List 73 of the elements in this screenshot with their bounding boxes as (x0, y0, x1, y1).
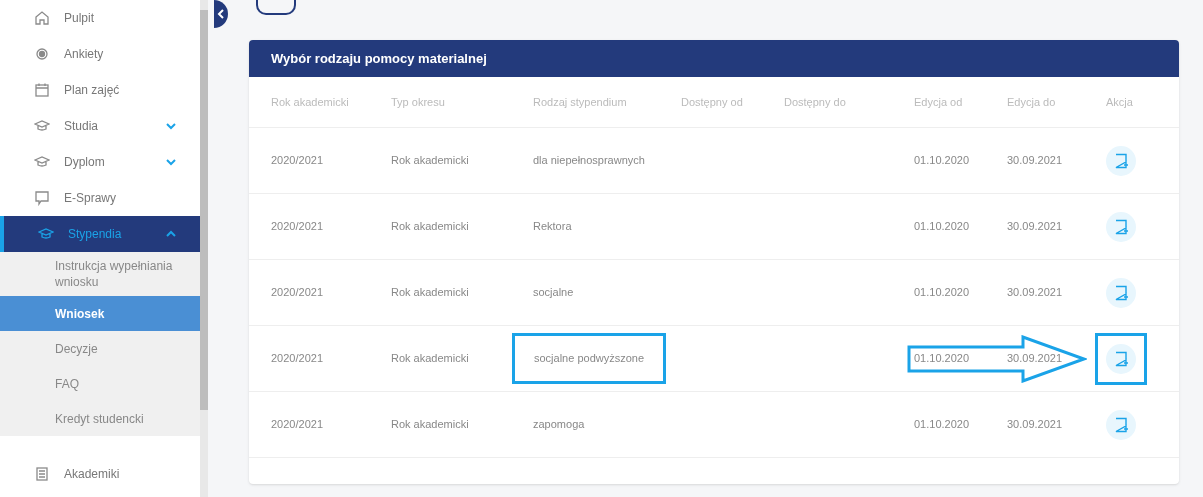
table-cell-text: 2020/2021 (271, 351, 324, 367)
graduation-cap-icon (34, 154, 50, 170)
table-cell-text: Rok akademicki (391, 219, 470, 235)
add-document-button[interactable] (1106, 211, 1136, 242)
calendar-icon (34, 82, 50, 98)
sidebar-item[interactable]: Stypendia (0, 216, 200, 252)
table-cell-text: zapomoga (533, 417, 585, 433)
table-cell-text: 30.09.2021 (1007, 219, 1064, 235)
table-cell-text: 01.10.2020 (914, 417, 971, 433)
sidebar-item[interactable]: Ankiety (0, 36, 200, 72)
column-header: Edycja od (914, 94, 964, 110)
collapse-sidebar-button[interactable] (214, 0, 228, 28)
sidebar-item[interactable]: Dyplom (0, 144, 200, 180)
table-cell-text: Rok akademicki (391, 417, 470, 433)
document-add-icon (1114, 218, 1128, 235)
table-cell-text: 01.10.2020 (914, 153, 971, 169)
table-cell-text: socjalne (533, 285, 574, 301)
chat-icon (34, 190, 50, 206)
table-cell-text: 2020/2021 (271, 153, 324, 169)
home-icon (34, 10, 50, 26)
table-cell-text: 01.10.2020 (914, 351, 971, 367)
submenu-item[interactable]: Instrukcja wypełniania wniosku (0, 252, 200, 297)
button-outline[interactable] (256, 0, 296, 15)
column-header: Rodzaj stypendium (533, 94, 628, 110)
document-add-icon (1114, 152, 1128, 169)
submenu-item[interactable]: Kredyt studencki (0, 401, 200, 437)
chevron-down-icon (166, 122, 176, 130)
column-header: Dostępny od (681, 94, 744, 110)
document-add-icon (1114, 350, 1128, 367)
scrollbar-thumb[interactable] (200, 10, 208, 410)
column-header: Dostępny do (784, 94, 847, 110)
sidebar-item[interactable]: E-Sprawy (0, 180, 200, 216)
table-cell-text: 2020/2021 (271, 219, 324, 235)
table-cell-text: dla niepełnosprawnych (533, 153, 645, 169)
building-icon (34, 466, 50, 483)
column-header: Rok akademicki (271, 94, 350, 110)
add-document-button[interactable] (1106, 343, 1136, 374)
chevron-down-icon (166, 158, 176, 166)
table-cell-text: 2020/2021 (271, 285, 324, 301)
table-cell-text: 01.10.2020 (914, 285, 971, 301)
table-cell-text: Rok akademicki (391, 285, 470, 301)
submenu-item[interactable]: Wniosek (0, 296, 200, 332)
sidebar-item[interactable]: Akademiki (0, 456, 200, 493)
table-cell-text: 30.09.2021 (1007, 153, 1064, 169)
scrollbar[interactable] (200, 0, 208, 497)
card-title: Wybór rodzaju pomocy materialnej (271, 49, 487, 68)
sidebar-item[interactable]: Pulpit (0, 0, 200, 36)
graduation-cap-icon (34, 118, 50, 134)
table-cell: socjalne podwyższone (512, 333, 667, 384)
table-cell-text: 30.09.2021 (1007, 351, 1064, 367)
column-header: Akcja (1106, 94, 1134, 110)
table-cell-text: Rok akademicki (391, 153, 470, 169)
radio-icon (34, 46, 50, 62)
add-document-button[interactable] (1106, 409, 1136, 440)
sidebar-item[interactable]: Studia (0, 108, 200, 144)
document-add-icon (1114, 284, 1128, 301)
column-header: Typ okresu (391, 94, 446, 110)
table-cell-text: 2020/2021 (271, 417, 324, 433)
add-document-button[interactable] (1106, 277, 1136, 308)
table-cell-text: 01.10.2020 (914, 219, 971, 235)
column-header: Edycja do (1007, 94, 1057, 110)
table-cell-text: 30.09.2021 (1007, 417, 1064, 433)
document-add-icon (1114, 416, 1128, 433)
table-cell-text: Rektora (533, 219, 572, 235)
sidebar-item[interactable]: Plan zajęć (0, 72, 200, 108)
chevron-left-icon (217, 9, 225, 19)
submenu-item[interactable]: Decyzje (0, 331, 200, 367)
submenu-item[interactable]: FAQ (0, 366, 200, 402)
graduation-cap-icon (38, 226, 54, 242)
table-cell-text: 30.09.2021 (1007, 285, 1064, 301)
table-cell-text: Rok akademicki (391, 351, 470, 367)
chevron-up-icon (166, 230, 176, 238)
add-document-button[interactable] (1106, 145, 1136, 176)
